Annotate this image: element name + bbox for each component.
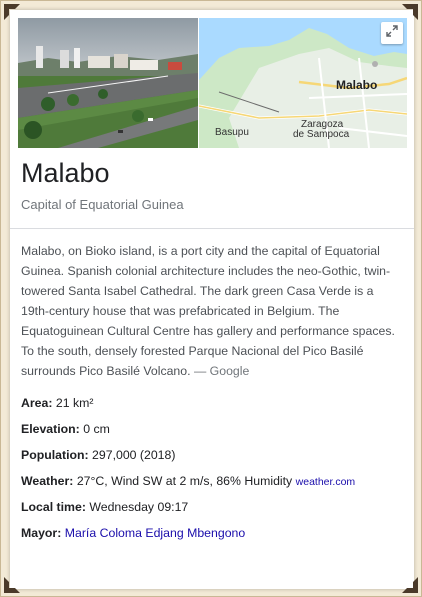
page-frame: Malabo Zaragoza de Sampoca Basupu Malabo… [0, 0, 422, 597]
facts-list: Area: 21 km² Elevation: 0 cm Population:… [21, 393, 406, 549]
map-label-town: Basupu [215, 127, 249, 138]
expand-map-button[interactable] [381, 22, 403, 44]
description-text: Malabo, on Bioko island, is a port city … [21, 244, 395, 378]
place-description: Malabo, on Bioko island, is a port city … [21, 241, 403, 381]
mayor-link[interactable]: María Coloma Edjang Mbengono [65, 526, 245, 540]
fact-label: Weather: [21, 474, 74, 488]
map-thumbnail[interactable]: Malabo Zaragoza de Sampoca Basupu [199, 18, 407, 148]
fact-population: Population: 297,000 (2018) [21, 445, 406, 471]
fact-weather: Weather: 27°C, Wind SW at 2 m/s, 86% Hum… [21, 471, 406, 497]
fact-value: 297,000 (2018) [92, 448, 176, 462]
map-label-city: Malabo [336, 78, 378, 92]
fact-value: Wednesday 09:17 [89, 500, 189, 514]
description-source-link[interactable]: — Google [194, 364, 249, 378]
weather-source-link[interactable]: weather.com [296, 476, 356, 488]
fact-label: Area: [21, 396, 53, 410]
fact-value: 0 cm [83, 422, 110, 436]
corner-ornament [4, 577, 20, 593]
divider [10, 228, 414, 229]
city-photo[interactable] [18, 18, 198, 148]
fact-local-time: Local time: Wednesday 09:17 [21, 497, 406, 523]
map-label-district: de Sampoca [293, 129, 350, 140]
fact-elevation: Elevation: 0 cm [21, 419, 406, 445]
fact-label: Population: [21, 448, 89, 462]
fact-value: 27°C, Wind SW at 2 m/s, 86% Humidity [76, 474, 293, 488]
corner-ornament [402, 577, 418, 593]
fact-value: 21 km² [55, 396, 94, 410]
place-subtitle: Capital of Equatorial Guinea [21, 197, 184, 212]
fact-label: Local time: [21, 500, 86, 514]
fact-label: Elevation: [21, 422, 80, 436]
fact-area: Area: 21 km² [21, 393, 406, 419]
fact-label: Mayor: [21, 526, 62, 540]
fact-mayor: Mayor: María Coloma Edjang Mbengono [21, 523, 406, 549]
corner-ornament [4, 4, 20, 20]
knowledge-panel: Malabo Zaragoza de Sampoca Basupu Malabo… [10, 10, 414, 589]
place-title: Malabo [21, 158, 110, 188]
expand-icon [386, 24, 398, 42]
corner-ornament [402, 4, 418, 20]
